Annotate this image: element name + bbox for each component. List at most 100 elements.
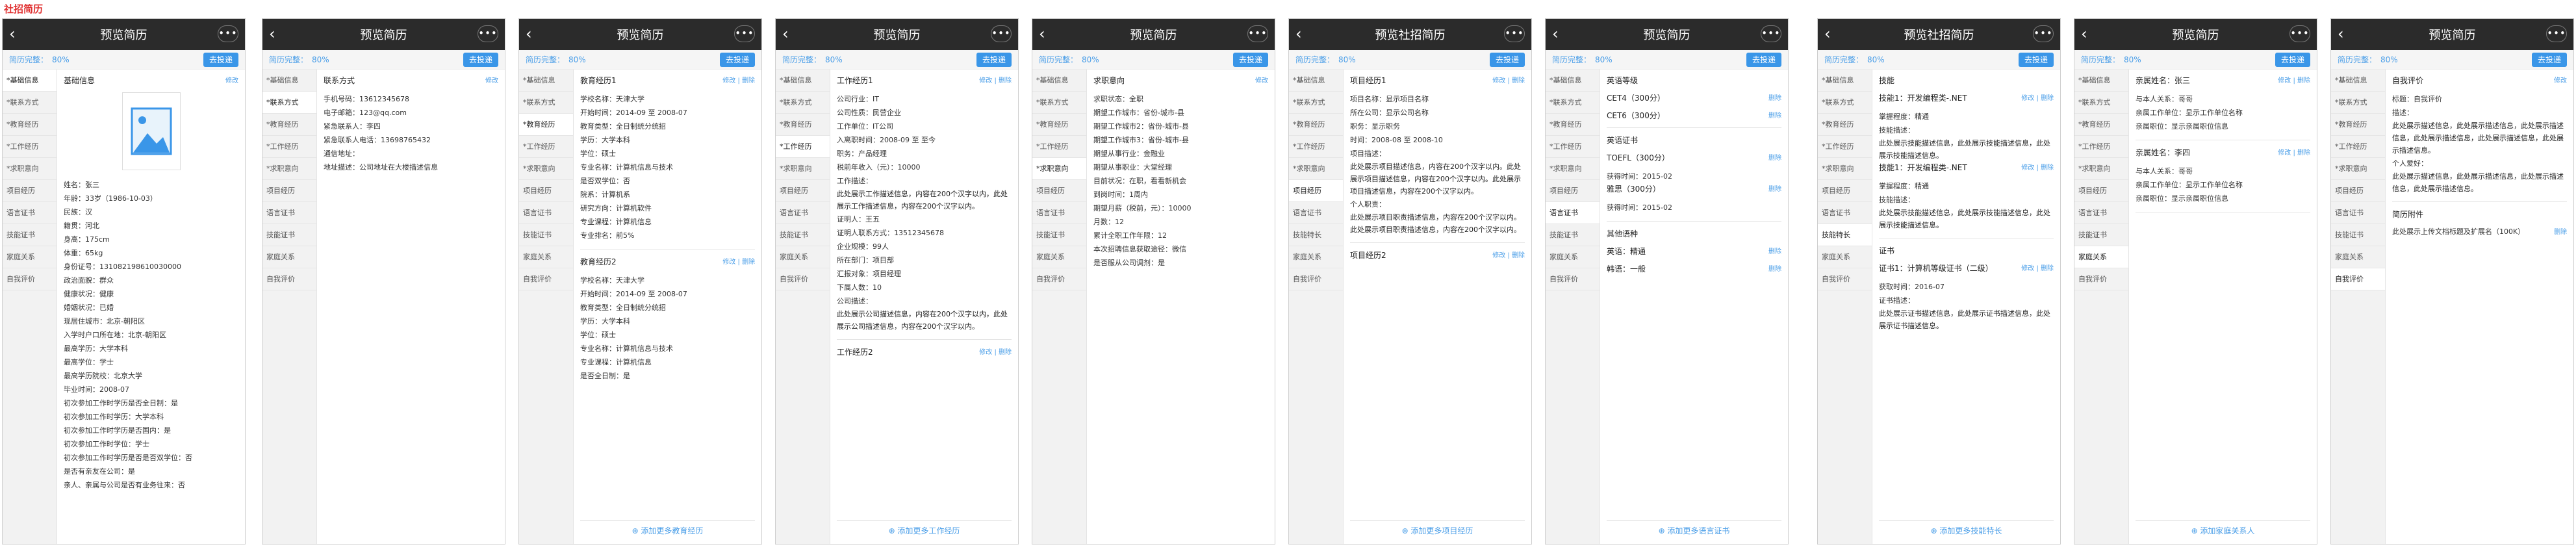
- back-icon[interactable]: ‹: [2081, 25, 2087, 43]
- sidebar-item[interactable]: *基础信息: [776, 70, 830, 92]
- sidebar-item[interactable]: *教育经历: [1289, 114, 1343, 136]
- edit-link[interactable]: 修改 | 删除: [2278, 75, 2310, 86]
- sidebar-item[interactable]: *求职意向: [2074, 158, 2128, 180]
- sidebar-item[interactable]: *基础信息: [1289, 70, 1343, 92]
- back-icon[interactable]: ‹: [1552, 25, 1559, 43]
- submit-button[interactable]: 去投递: [1489, 53, 1525, 67]
- sidebar-item[interactable]: 技能特长: [1289, 224, 1343, 246]
- edit-link[interactable]: 修改 | 删除: [1492, 250, 1525, 261]
- add-more-button[interactable]: ⊕ 添加更多项目经历: [1350, 520, 1525, 540]
- sidebar-item[interactable]: 语言证书: [1818, 202, 1872, 224]
- sidebar-item[interactable]: 自我评价: [776, 268, 830, 290]
- sidebar-item[interactable]: *工作经历: [519, 136, 573, 158]
- back-icon[interactable]: ‹: [1295, 25, 1302, 43]
- edit-link[interactable]: 修改: [485, 75, 498, 86]
- sidebar-item[interactable]: *教育经历: [2331, 114, 2385, 136]
- back-icon[interactable]: ‹: [1039, 25, 1045, 43]
- sidebar-item[interactable]: 自我评价: [3, 268, 57, 290]
- sidebar-item[interactable]: 自我评价: [2331, 268, 2385, 290]
- sidebar-item[interactable]: *基础信息: [1032, 70, 1086, 92]
- sidebar-item[interactable]: *联系方式: [1032, 92, 1086, 114]
- sidebar-item[interactable]: *联系方式: [1546, 92, 1600, 114]
- sidebar-item[interactable]: 家庭关系: [2331, 246, 2385, 268]
- back-icon[interactable]: ‹: [2338, 25, 2344, 43]
- back-icon[interactable]: ‹: [782, 25, 789, 43]
- delete-link[interactable]: 删除: [1768, 263, 1781, 274]
- sidebar-item[interactable]: 项目经历: [1818, 180, 1872, 202]
- sidebar-item[interactable]: 家庭关系: [262, 246, 316, 268]
- sidebar-item[interactable]: *工作经历: [1032, 136, 1086, 158]
- more-icon[interactable]: •••: [1247, 25, 1268, 42]
- sidebar-item[interactable]: *工作经历: [1289, 136, 1343, 158]
- more-icon[interactable]: •••: [2033, 25, 2054, 42]
- sidebar-item[interactable]: *教育经历: [3, 114, 57, 136]
- sidebar-item[interactable]: 自我评价: [1032, 268, 1086, 290]
- submit-button[interactable]: 去投递: [2275, 53, 2310, 67]
- sidebar-item[interactable]: 自我评价: [1546, 268, 1600, 290]
- edit-link[interactable]: 修改: [1255, 75, 1268, 86]
- sidebar-item[interactable]: 语言证书: [1289, 202, 1343, 224]
- sidebar-item[interactable]: *求职意向: [1289, 158, 1343, 180]
- delete-link[interactable]: 删除: [1768, 152, 1781, 163]
- sidebar-item[interactable]: 自我评价: [1818, 268, 1872, 290]
- sidebar-item[interactable]: *求职意向: [1818, 158, 1872, 180]
- edit-link[interactable]: 修改 | 删除: [2021, 162, 2054, 173]
- submit-button[interactable]: 去投递: [203, 53, 238, 67]
- sidebar-item[interactable]: 技能证书: [2331, 224, 2385, 246]
- sidebar-item[interactable]: *工作经历: [1818, 136, 1872, 158]
- sidebar-item[interactable]: 自我评价: [519, 268, 573, 290]
- more-icon[interactable]: •••: [1504, 25, 1525, 42]
- sidebar-item[interactable]: *联系方式: [519, 92, 573, 114]
- sidebar-item[interactable]: *教育经历: [262, 114, 316, 136]
- submit-button[interactable]: 去投递: [1746, 53, 1781, 67]
- delete-link[interactable]: 删除: [1768, 92, 1781, 103]
- back-icon[interactable]: ‹: [1824, 25, 1831, 43]
- submit-button[interactable]: 去投递: [463, 53, 498, 67]
- sidebar-item[interactable]: *求职意向: [1546, 158, 1600, 180]
- sidebar-item[interactable]: *教育经历: [1032, 114, 1086, 136]
- sidebar-item[interactable]: 语言证书: [262, 202, 316, 224]
- sidebar-item[interactable]: 语言证书: [2074, 202, 2128, 224]
- sidebar-item[interactable]: *基础信息: [262, 70, 316, 92]
- edit-link[interactable]: 修改: [2554, 75, 2567, 86]
- more-icon[interactable]: •••: [1761, 25, 1781, 42]
- more-icon[interactable]: •••: [2546, 25, 2567, 42]
- sidebar-item[interactable]: 技能特长: [1818, 224, 1872, 246]
- sidebar-item[interactable]: 项目经历: [1289, 180, 1343, 202]
- sidebar-item[interactable]: 自我评价: [2074, 268, 2128, 290]
- sidebar-item[interactable]: *求职意向: [3, 158, 57, 180]
- sidebar-item[interactable]: 语言证书: [2331, 202, 2385, 224]
- sidebar-item[interactable]: *教育经历: [776, 114, 830, 136]
- sidebar-item[interactable]: 家庭关系: [1032, 246, 1086, 268]
- submit-button[interactable]: 去投递: [1232, 53, 1268, 67]
- sidebar-item[interactable]: *教育经历: [1818, 114, 1872, 136]
- sidebar-item[interactable]: *工作经历: [2074, 136, 2128, 158]
- sidebar-item[interactable]: 项目经历: [2331, 180, 2385, 202]
- sidebar-item[interactable]: *基础信息: [3, 70, 57, 92]
- sidebar-item[interactable]: *联系方式: [1818, 92, 1872, 114]
- edit-link[interactable]: 修改 | 删除: [1492, 75, 1525, 86]
- sidebar-item[interactable]: *教育经历: [519, 114, 573, 136]
- delete-link[interactable]: 删除: [2554, 226, 2567, 238]
- sidebar-item[interactable]: 技能证书: [3, 224, 57, 246]
- edit-link[interactable]: 修改 | 删除: [2021, 92, 2054, 103]
- sidebar-item[interactable]: *教育经历: [1546, 114, 1600, 136]
- sidebar-item[interactable]: *求职意向: [1032, 158, 1086, 180]
- sidebar-item[interactable]: *联系方式: [2074, 92, 2128, 114]
- sidebar-item[interactable]: *基础信息: [1818, 70, 1872, 92]
- sidebar-item[interactable]: 技能证书: [1546, 224, 1600, 246]
- edit-link[interactable]: 修改 | 删除: [722, 75, 755, 86]
- sidebar-item[interactable]: *求职意向: [776, 158, 830, 180]
- edit-link[interactable]: 修改 | 删除: [2278, 147, 2310, 158]
- edit-link[interactable]: 修改: [225, 75, 238, 86]
- add-more-button[interactable]: ⊕ 添加家庭关系人: [2136, 520, 2310, 540]
- more-icon[interactable]: •••: [991, 25, 1012, 42]
- edit-link[interactable]: 修改 | 删除: [979, 75, 1012, 86]
- sidebar-item[interactable]: 语言证书: [1546, 202, 1600, 224]
- sidebar-item[interactable]: 家庭关系: [2074, 246, 2128, 268]
- add-more-button[interactable]: ⊕ 添加更多教育经历: [580, 520, 755, 540]
- sidebar-item[interactable]: 项目经历: [1546, 180, 1600, 202]
- sidebar-item[interactable]: *工作经历: [3, 136, 57, 158]
- sidebar-item[interactable]: 语言证书: [519, 202, 573, 224]
- sidebar-item[interactable]: 家庭关系: [519, 246, 573, 268]
